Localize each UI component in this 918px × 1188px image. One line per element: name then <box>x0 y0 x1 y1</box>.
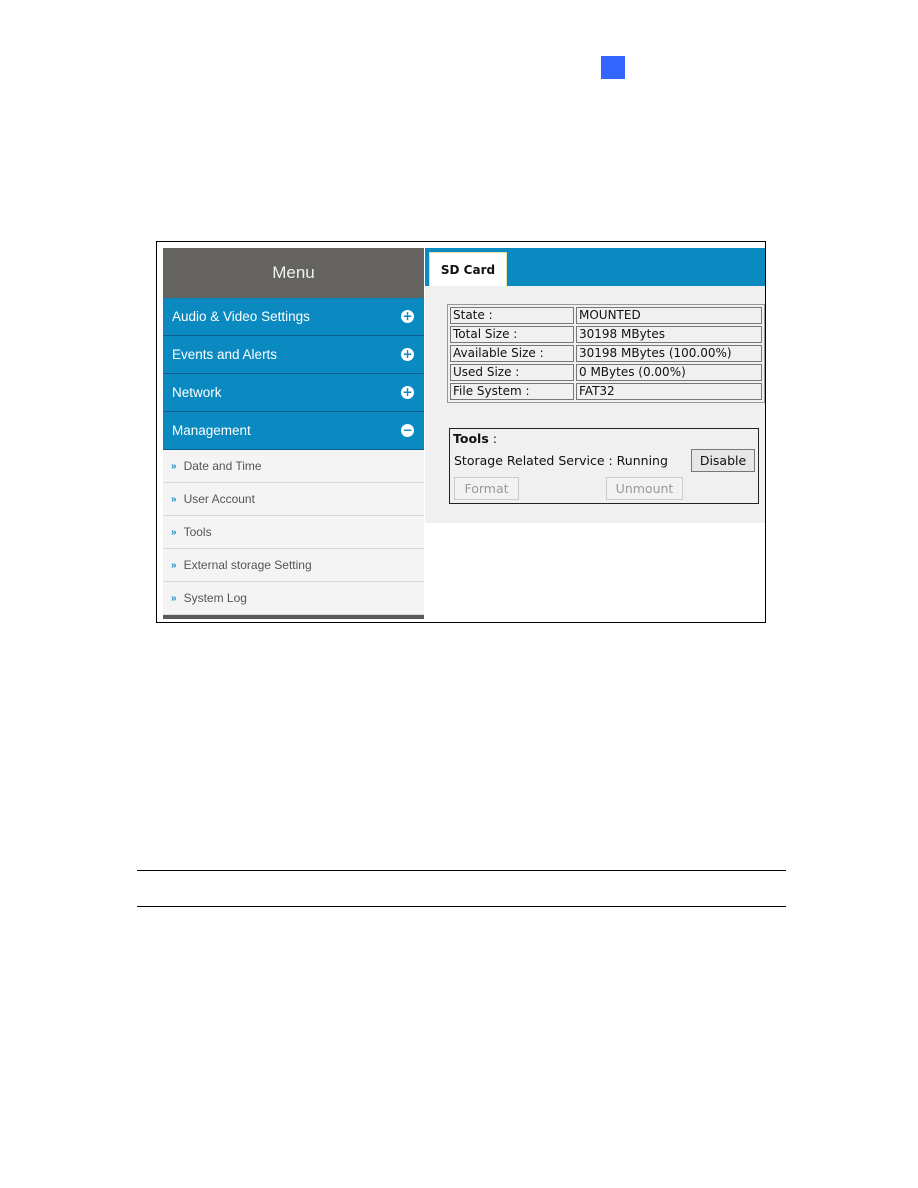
info-value: FAT32 <box>576 383 762 400</box>
table-row: State : MOUNTED <box>450 307 762 324</box>
sub-item-label: External storage Setting <box>183 558 312 572</box>
horizontal-rule <box>137 906 786 907</box>
info-value: 30198 MBytes (100.00%) <box>576 345 762 362</box>
page-marker <box>601 56 625 79</box>
menu-item-network[interactable]: Network + <box>163 374 424 412</box>
sub-item-label: System Log <box>183 591 247 605</box>
double-chevron-right-icon: » <box>171 493 177 505</box>
double-chevron-right-icon: » <box>171 526 177 538</box>
menu-item-label: Audio & Video Settings <box>172 309 310 324</box>
info-label: Used Size : <box>450 364 574 381</box>
menu-item-label: Management <box>172 423 251 438</box>
sub-item-date-and-time[interactable]: » Date and Time <box>163 450 424 483</box>
sub-item-system-log[interactable]: » System Log <box>163 582 424 615</box>
menu-item-management[interactable]: Management − <box>163 412 424 450</box>
plus-circle-icon[interactable]: + <box>401 310 414 323</box>
table-row: Available Size : 30198 MBytes (100.00%) <box>450 345 762 362</box>
double-chevron-right-icon: » <box>171 592 177 604</box>
tools-title-text: Tools <box>453 431 489 446</box>
format-button[interactable]: Format <box>454 477 519 500</box>
table-row: Used Size : 0 MBytes (0.00%) <box>450 364 762 381</box>
sub-item-user-account[interactable]: » User Account <box>163 483 424 516</box>
sidebar-bottom-bar <box>163 615 424 619</box>
tab-bar: SD Card <box>425 248 765 286</box>
menu-header: Menu <box>163 248 424 298</box>
tools-box: Tools : Storage Related Service : Runnin… <box>449 428 759 504</box>
sub-item-label: User Account <box>183 492 255 506</box>
info-label: Available Size : <box>450 345 574 362</box>
menu-item-audio-video-settings[interactable]: Audio & Video Settings + <box>163 298 424 336</box>
info-label: State : <box>450 307 574 324</box>
screenshot-frame: Menu Audio & Video Settings + Events and… <box>156 241 766 623</box>
tools-title: Tools : <box>453 431 497 446</box>
sub-item-external-storage-setting[interactable]: » External storage Setting <box>163 549 424 582</box>
sub-item-label: Tools <box>183 525 212 539</box>
unmount-button[interactable]: Unmount <box>606 477 683 500</box>
double-chevron-right-icon: » <box>171 460 177 472</box>
plus-circle-icon[interactable]: + <box>401 386 414 399</box>
sub-item-label: Date and Time <box>183 459 262 473</box>
horizontal-rule <box>137 870 786 871</box>
menu-item-events-and-alerts[interactable]: Events and Alerts + <box>163 336 424 374</box>
table-row: Total Size : 30198 MBytes <box>450 326 762 343</box>
sd-card-info-table: State : MOUNTED Total Size : 30198 MByte… <box>447 304 765 403</box>
menu-item-label: Network <box>172 385 222 400</box>
minus-circle-icon[interactable]: − <box>401 424 414 437</box>
sidebar: Menu Audio & Video Settings + Events and… <box>163 248 424 619</box>
content-panel: SD Card State : MOUNTED Total Size : 301… <box>425 248 765 523</box>
table-row: File System : FAT32 <box>450 383 762 400</box>
plus-circle-icon[interactable]: + <box>401 348 414 361</box>
info-value: MOUNTED <box>576 307 762 324</box>
double-chevron-right-icon: » <box>171 559 177 571</box>
menu-item-label: Events and Alerts <box>172 347 278 362</box>
tools-title-suffix: : <box>488 431 497 446</box>
info-label: File System : <box>450 383 574 400</box>
disable-button[interactable]: Disable <box>691 449 755 472</box>
info-value: 30198 MBytes <box>576 326 762 343</box>
info-label: Total Size : <box>450 326 574 343</box>
tab-sd-card[interactable]: SD Card <box>429 252 507 286</box>
sub-item-tools[interactable]: » Tools <box>163 516 424 549</box>
info-value: 0 MBytes (0.00%) <box>576 364 762 381</box>
service-status: Storage Related Service : Running <box>454 453 668 468</box>
